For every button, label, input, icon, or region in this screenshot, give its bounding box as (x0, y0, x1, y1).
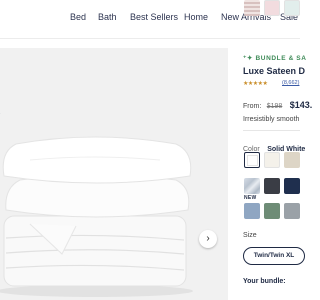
nav-item-bed[interactable]: Bed (70, 12, 86, 22)
image-badge: R (0, 110, 8, 122)
product-image-gallery[interactable]: R › (0, 48, 228, 300)
new-badge: NEW (244, 195, 257, 201)
size-option-twin-button[interactable]: Twin/Twin XL (243, 247, 305, 265)
nav-item-home[interactable]: Home (184, 12, 208, 22)
product-description: Irresistibly smooth (243, 116, 300, 123)
size-label: Size (243, 232, 257, 239)
bedding-product-image (0, 48, 228, 300)
color-swatch-pale-pink[interactable] (264, 0, 280, 16)
review-count-link[interactable]: (8,662) (282, 80, 299, 86)
sparkle-icon: ⁺✦ (243, 55, 256, 62)
bundle-heading: Your bundle: (243, 278, 286, 285)
price-sale: $143. (289, 100, 313, 110)
nav-item-bath[interactable]: Bath (98, 12, 117, 22)
color-swatch-solid-white[interactable] (244, 152, 260, 168)
color-swatch-mist[interactable] (284, 0, 300, 16)
price-row: From: $198 $143. (243, 95, 312, 113)
star-rating-icon: ★★★★★ (243, 81, 268, 87)
price-from-label: From: (243, 103, 262, 110)
color-swatch-light-blue[interactable] (244, 203, 260, 219)
color-swatch-ivory[interactable] (264, 152, 280, 168)
color-swatch-bone[interactable] (284, 152, 300, 168)
color-swatch-navy[interactable] (284, 178, 300, 194)
color-swatch-charcoal[interactable] (264, 178, 280, 194)
divider (243, 130, 300, 131)
color-swatch-marble-print[interactable] (244, 178, 260, 194)
price-original: $198 (266, 103, 283, 110)
next-image-arrow-icon[interactable]: › (199, 230, 217, 248)
color-swatch-smoke[interactable] (284, 203, 300, 219)
product-title: Luxe Sateen D (243, 66, 306, 76)
color-swatch-blush-stripe[interactable] (244, 0, 260, 16)
bundle-save-tag: ⁺✦ BUNDLE & SA (243, 55, 307, 62)
color-swatch-sage[interactable] (264, 203, 280, 219)
nav-item-best-sellers[interactable]: Best Sellers (130, 12, 178, 22)
